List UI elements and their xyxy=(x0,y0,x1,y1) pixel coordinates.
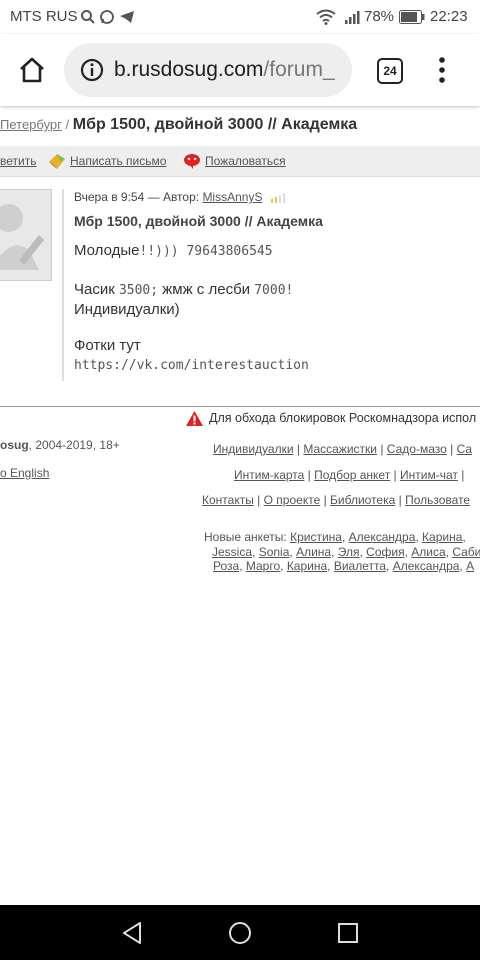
status-bar: MTS RUS 78% 22:23 xyxy=(0,0,480,34)
footer-link[interactable]: Интим-карта xyxy=(234,468,304,482)
profile-link[interactable]: Алиса xyxy=(411,545,445,559)
info-icon[interactable] xyxy=(80,58,104,82)
complain-icon xyxy=(184,154,200,169)
profile-link[interactable]: Jessica xyxy=(212,545,252,559)
wifi-icon xyxy=(316,9,336,25)
tab-switcher-button[interactable]: 24 xyxy=(377,58,403,84)
more-menu-icon[interactable] xyxy=(438,56,446,84)
post-divider xyxy=(62,189,64,381)
breadcrumb: Петербург / Мбр 1500, двойной 3000 // Ак… xyxy=(0,116,357,134)
browser-toolbar: b.rusdosug.com/forum_ 24 xyxy=(0,34,480,106)
footer-links-row-2: Интим-карта | Подбор анкет | Интим-чат | xyxy=(234,468,465,482)
post-url: https://vk.com/interestauction xyxy=(74,358,309,373)
author-avatar[interactable] xyxy=(0,189,52,281)
post-text: Молодые xyxy=(74,242,140,259)
recents-icon[interactable] xyxy=(336,921,360,945)
author-link[interactable]: MissAnnyS xyxy=(202,190,262,204)
new-profiles-row-3: Роза, Марго, Карина, Виалетта, Александр… xyxy=(213,559,475,573)
post-text: Часик xyxy=(74,281,119,298)
footer-divider xyxy=(0,406,480,407)
post-body-line-2: Часик 3500; жмж с лесби 7000! Индивидуал… xyxy=(74,280,293,319)
profile-link[interactable]: Карина xyxy=(287,559,327,573)
footer-links-row-1: Индивидуалки | Массажистки | Садо-мазо |… xyxy=(213,442,473,456)
breadcrumb-separator: / xyxy=(61,117,73,132)
copyright: osug, 2004-2019, 18+ xyxy=(0,438,120,452)
profile-link[interactable]: Эля xyxy=(338,545,360,559)
battery-percent: 78% xyxy=(364,8,395,25)
warning-icon xyxy=(186,411,203,426)
reply-link[interactable]: ветить xyxy=(0,154,36,168)
url-path: /forum_ xyxy=(263,58,335,81)
footer-link[interactable]: Са xyxy=(457,442,472,456)
post-body-line-1: Молодые!!))) 79643806545 xyxy=(74,242,273,259)
post-date: Вчера в 9:54 — Автор: xyxy=(74,190,203,204)
profile-link[interactable]: Александра xyxy=(393,559,460,573)
profile-link[interactable]: Кристина xyxy=(290,530,342,544)
address-bar[interactable]: b.rusdosug.com/forum_ xyxy=(64,43,352,97)
system-navigation-bar xyxy=(0,905,480,960)
clock: 22:23 xyxy=(430,8,468,25)
profile-link[interactable]: Саби xyxy=(452,545,480,559)
profile-link[interactable]: А xyxy=(466,559,474,573)
profile-link[interactable]: Карина xyxy=(422,530,462,544)
home-circle-icon[interactable] xyxy=(228,921,252,945)
profile-link[interactable]: Sonia xyxy=(259,545,290,559)
footer-link[interactable]: Пользовате xyxy=(405,493,470,507)
url-text: b.rusdosug.com/forum_ xyxy=(114,58,335,82)
language-switch: o English xyxy=(0,466,49,480)
post-title: Мбр 1500, двойной 3000 // Академка xyxy=(74,213,323,229)
post-text: Фотки тут xyxy=(74,337,141,354)
copyright-site: osug xyxy=(0,438,29,452)
roskomnadzor-warning[interactable]: Для обхода блокировок Роскомнадзора испо… xyxy=(209,411,476,425)
write-letter-icon xyxy=(49,154,65,169)
profile-link[interactable]: Роза xyxy=(213,559,239,573)
post-phone: !!))) 79643806545 xyxy=(139,244,273,259)
post-text: жмж с лесби xyxy=(158,281,255,298)
search-icon xyxy=(81,10,95,24)
carrier-label: MTS RUS xyxy=(10,8,78,25)
profile-link[interactable]: Алина xyxy=(296,545,331,559)
url-domain: b.rusdosug.com xyxy=(114,58,264,81)
new-profiles-label: Новые анкеты: xyxy=(204,530,291,544)
footer-link[interactable]: Библиотека xyxy=(330,493,395,507)
footer-links-row-3: Контакты | О проекте | Библиотека | Поль… xyxy=(202,493,471,507)
post-meta: Вчера в 9:54 — Автор: MissAnnyS xyxy=(74,190,288,204)
profile-link[interactable]: Марго xyxy=(246,559,280,573)
post-price: 3500; xyxy=(118,283,159,298)
footer-link[interactable]: Садо-мазо xyxy=(387,442,447,456)
signal-icon xyxy=(345,11,360,24)
post-price: 7000! xyxy=(254,283,294,298)
telegram-icon xyxy=(120,11,134,23)
english-link[interactable]: o English xyxy=(0,466,49,480)
profile-link[interactable]: Александра xyxy=(349,530,416,544)
thread-action-bar: ветить Написать письмо Пожаловаться xyxy=(0,146,480,177)
new-profiles-row-1: Новые анкеты: Кристина, Александра, Кари… xyxy=(204,530,466,544)
new-profiles-row-2: Jessica, Sonia, Алина, Эля, София, Алиса… xyxy=(212,545,480,559)
write-letter-link[interactable]: Написать письмо xyxy=(70,154,166,168)
page-title: Мбр 1500, двойной 3000 // Академка xyxy=(72,116,358,133)
back-icon[interactable] xyxy=(120,921,144,945)
rating-bars-icon xyxy=(270,193,285,203)
footer-link[interactable]: Массажистки xyxy=(303,442,377,456)
whatsapp-icon xyxy=(100,10,114,24)
battery-icon xyxy=(399,10,425,24)
footer-link[interactable]: Подбор анкет xyxy=(314,468,390,482)
breadcrumb-city-link[interactable]: Петербург xyxy=(0,117,62,132)
profile-link[interactable]: Виалетта xyxy=(334,559,386,573)
default-avatar-icon xyxy=(0,204,44,270)
footer-link[interactable]: Индивидуалки xyxy=(213,442,294,456)
copyright-years: , 2004-2019, 18+ xyxy=(28,438,120,452)
footer-link[interactable]: О проекте xyxy=(264,493,321,507)
post-body-line-3: Фотки тут https://vk.com/interestauction xyxy=(74,336,309,375)
footer-link[interactable]: Контакты xyxy=(202,493,254,507)
complain-link[interactable]: Пожаловаться xyxy=(205,154,286,168)
profile-link[interactable]: София xyxy=(366,545,404,559)
footer-link[interactable]: Интим-чат xyxy=(400,468,458,482)
home-icon[interactable] xyxy=(18,56,46,84)
post-text: Индивидуалки) xyxy=(74,301,180,318)
